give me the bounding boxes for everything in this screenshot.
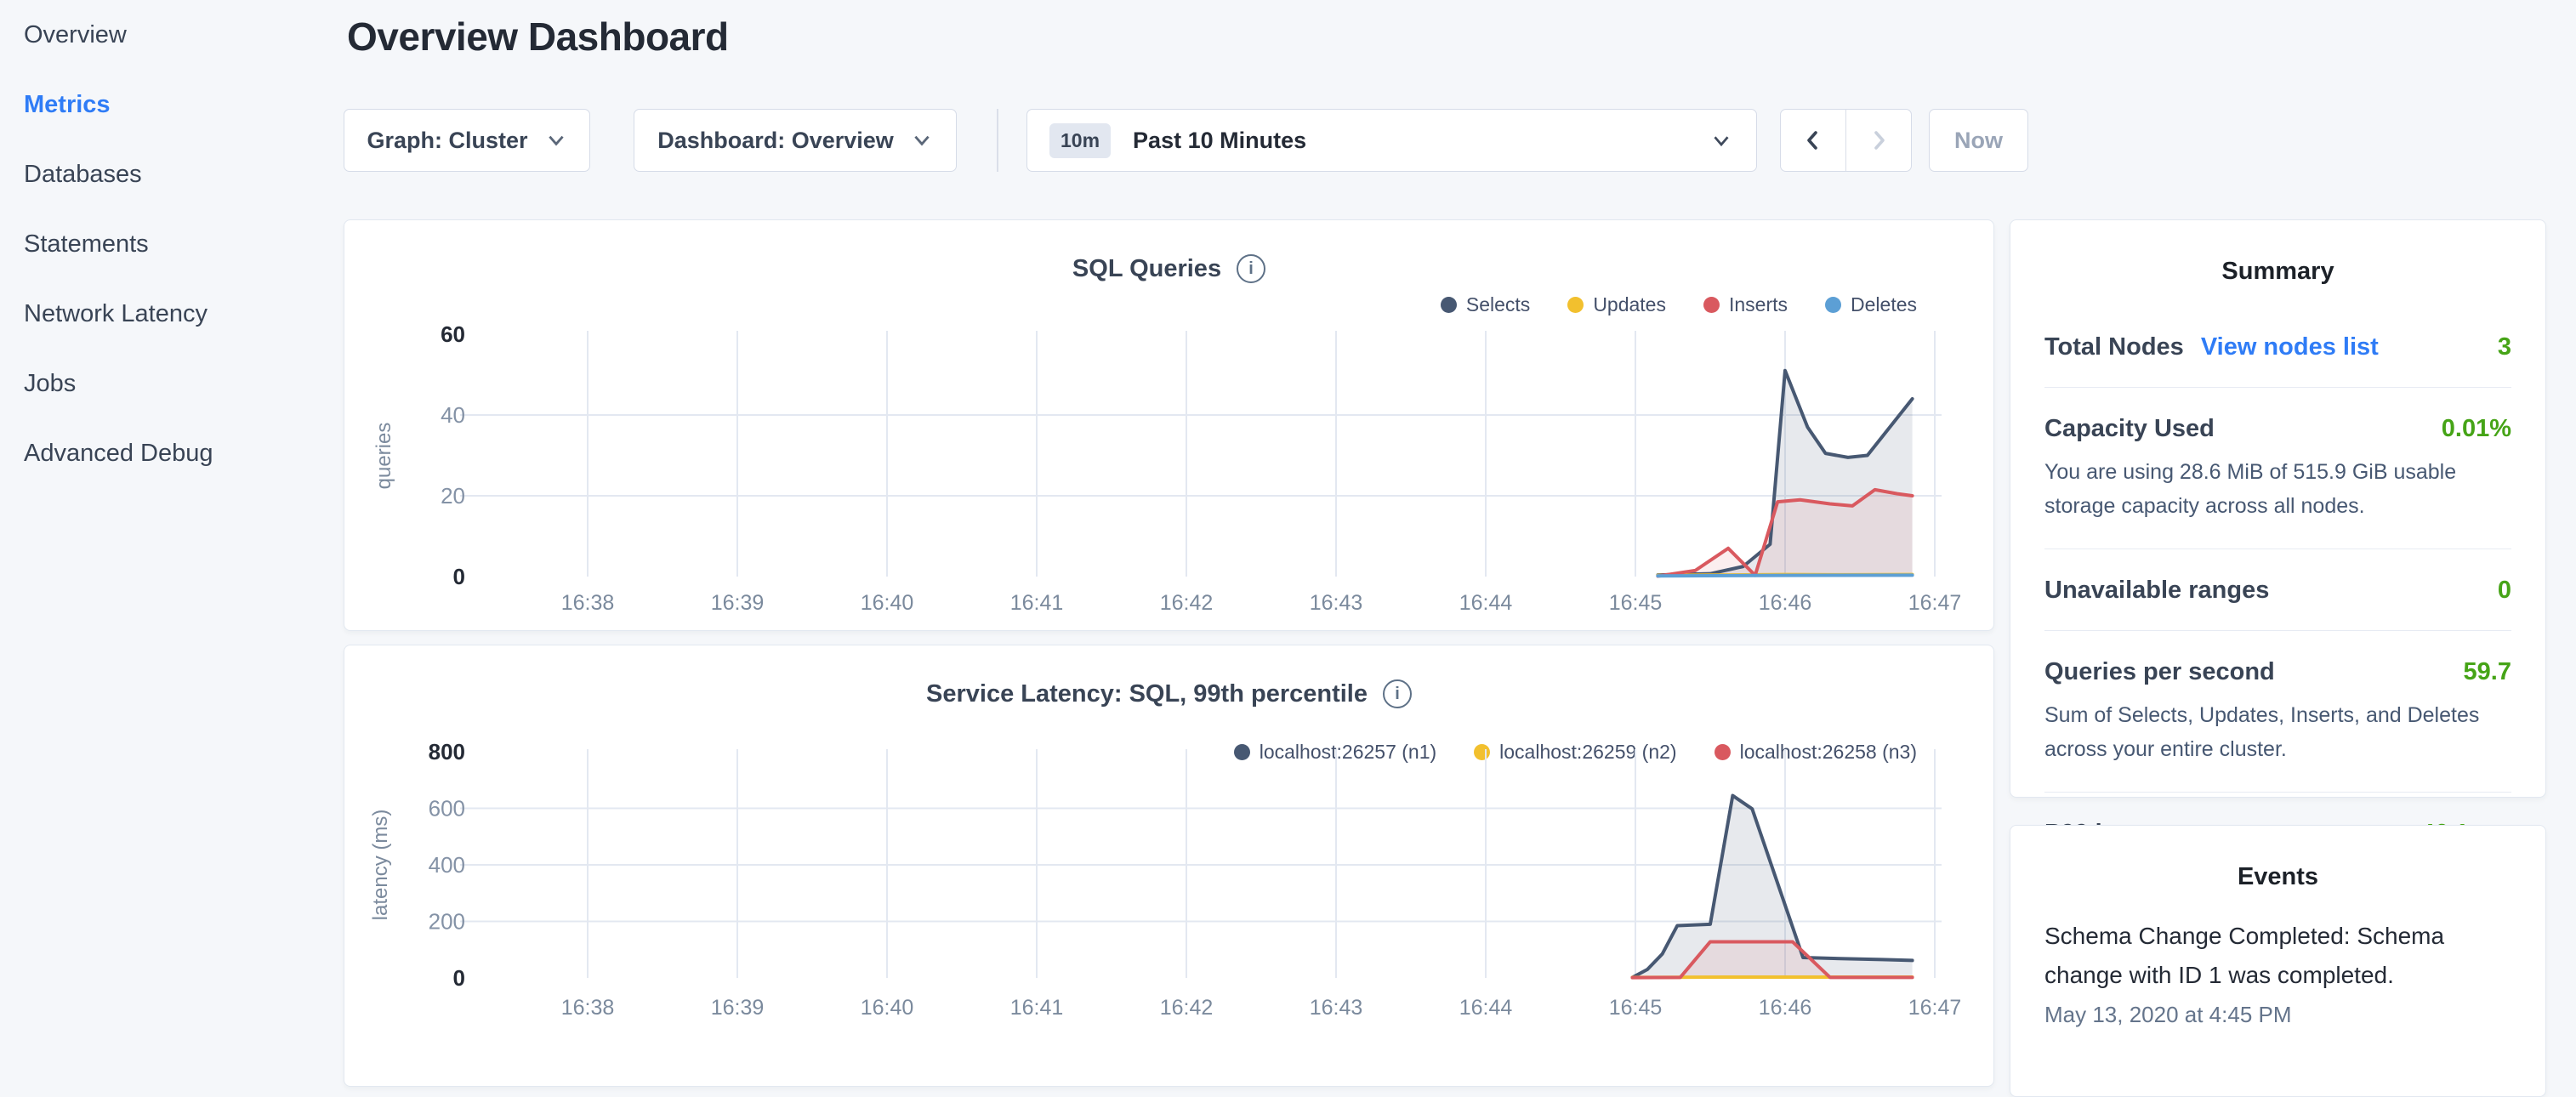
sql-queries-card: SQL Queries i SelectsUpdatesInsertsDelet… bbox=[344, 219, 1994, 631]
svg-text:800: 800 bbox=[429, 739, 465, 764]
time-window-stepper bbox=[1780, 109, 1912, 172]
svg-text:16:43: 16:43 bbox=[1310, 591, 1363, 615]
event-list-item[interactable]: Schema Change Completed: Schema change w… bbox=[2044, 917, 2511, 1028]
chevron-down-icon bbox=[911, 129, 933, 151]
summary-value: 3 bbox=[2498, 333, 2511, 361]
svg-text:16:39: 16:39 bbox=[711, 996, 765, 1020]
chevron-right-icon bbox=[1865, 127, 1892, 154]
controls-divider bbox=[997, 109, 998, 172]
chevron-down-icon bbox=[545, 129, 567, 151]
sidebar-item-statements[interactable]: Statements bbox=[0, 209, 344, 279]
view-nodes-list-link[interactable]: View nodes list bbox=[2201, 333, 2379, 361]
summary-title: Summary bbox=[2044, 258, 2511, 286]
svg-text:latency (ms): latency (ms) bbox=[369, 810, 392, 921]
summary-panel: Summary Total Nodes View nodes list 3 Ca… bbox=[2010, 219, 2546, 798]
svg-text:16:46: 16:46 bbox=[1759, 996, 1812, 1020]
svg-text:600: 600 bbox=[429, 796, 465, 821]
summary-label: Queries per second bbox=[2044, 658, 2275, 686]
sidebar-item-advanced-debug[interactable]: Advanced Debug bbox=[0, 418, 344, 488]
summary-row-unavailable-ranges: Unavailable ranges 0 bbox=[2044, 577, 2511, 605]
svg-text:16:38: 16:38 bbox=[561, 591, 615, 615]
service-latency-chart[interactable]: 16:38 16:39 16:40 16:41 16:42 16:43 16:44 16:45… bbox=[344, 645, 1995, 1052]
svg-text:16:45: 16:45 bbox=[1609, 996, 1663, 1020]
summary-value: 0 bbox=[2498, 577, 2511, 605]
chevron-left-icon bbox=[1800, 127, 1827, 154]
svg-text:16:45: 16:45 bbox=[1609, 591, 1663, 615]
divider bbox=[2044, 548, 2511, 549]
svg-text:0: 0 bbox=[453, 564, 465, 589]
svg-text:16:42: 16:42 bbox=[1160, 591, 1214, 615]
summary-value: 59.7 bbox=[2464, 658, 2511, 686]
page-title: Overview Dashboard bbox=[347, 14, 729, 60]
divider bbox=[2044, 387, 2511, 388]
svg-text:16:41: 16:41 bbox=[1010, 996, 1064, 1020]
sidebar-item-jobs[interactable]: Jobs bbox=[0, 349, 344, 418]
dashboard-dropdown[interactable]: Dashboard: Overview bbox=[634, 109, 957, 172]
now-button-label: Now bbox=[1954, 128, 2003, 154]
svg-text:60: 60 bbox=[441, 321, 465, 347]
svg-text:16:40: 16:40 bbox=[861, 996, 914, 1020]
now-button[interactable]: Now bbox=[1929, 109, 2028, 172]
svg-text:16:38: 16:38 bbox=[561, 996, 615, 1020]
svg-text:400: 400 bbox=[429, 852, 465, 878]
chevron-down-icon bbox=[1709, 128, 1734, 153]
graph-scope-dropdown-label: Graph: Cluster bbox=[367, 128, 527, 154]
sidebar: Overview Metrics Databases Statements Ne… bbox=[0, 0, 344, 1051]
summary-row-capacity-used: Capacity Used 0.01% You are using 28.6 M… bbox=[2044, 415, 2511, 523]
sql-queries-chart[interactable]: 16:38 16:39 16:40 16:41 16:42 16:43 16:44 16:45… bbox=[344, 220, 1995, 632]
dashboard-dropdown-label: Dashboard: Overview bbox=[657, 128, 894, 154]
svg-text:0: 0 bbox=[453, 965, 465, 991]
time-next-button[interactable] bbox=[1846, 110, 1912, 171]
svg-text:16:42: 16:42 bbox=[1160, 996, 1214, 1020]
svg-text:16:43: 16:43 bbox=[1310, 996, 1363, 1020]
service-latency-card: Service Latency: SQL, 99th percentile i … bbox=[344, 645, 1994, 1087]
svg-text:16:39: 16:39 bbox=[711, 591, 765, 615]
divider bbox=[2044, 630, 2511, 631]
time-prev-button[interactable] bbox=[1781, 110, 1846, 171]
svg-text:16:47: 16:47 bbox=[1908, 996, 1962, 1020]
event-timestamp: May 13, 2020 at 4:45 PM bbox=[2044, 1002, 2511, 1028]
svg-text:16:44: 16:44 bbox=[1459, 996, 1513, 1020]
time-range-label: Past 10 Minutes bbox=[1133, 128, 1306, 154]
summary-label: Total Nodes bbox=[2044, 333, 2184, 361]
divider bbox=[2044, 792, 2511, 793]
sidebar-item-overview[interactable]: Overview bbox=[0, 0, 344, 70]
svg-text:16:46: 16:46 bbox=[1759, 591, 1812, 615]
event-text: Schema Change Completed: Schema change w… bbox=[2044, 917, 2511, 995]
time-range-badge: 10m bbox=[1049, 123, 1111, 158]
events-panel: Events Schema Change Completed: Schema c… bbox=[2010, 825, 2546, 1097]
svg-text:16:41: 16:41 bbox=[1010, 591, 1064, 615]
summary-row-queries-per-second: Queries per second 59.7 Sum of Selects, … bbox=[2044, 658, 2511, 766]
svg-text:16:40: 16:40 bbox=[861, 591, 914, 615]
time-range-dropdown[interactable]: 10m Past 10 Minutes bbox=[1026, 109, 1757, 172]
sidebar-item-metrics[interactable]: Metrics bbox=[0, 70, 344, 139]
svg-text:16:44: 16:44 bbox=[1459, 591, 1513, 615]
svg-text:40: 40 bbox=[441, 402, 465, 428]
summary-description: Sum of Selects, Updates, Inserts, and De… bbox=[2044, 698, 2511, 766]
sidebar-item-databases[interactable]: Databases bbox=[0, 139, 344, 209]
svg-text:queries: queries bbox=[372, 423, 395, 490]
summary-value: 0.01% bbox=[2442, 415, 2511, 443]
summary-label: Capacity Used bbox=[2044, 415, 2215, 443]
svg-text:20: 20 bbox=[441, 483, 465, 509]
svg-text:200: 200 bbox=[429, 909, 465, 935]
events-title: Events bbox=[2044, 863, 2511, 891]
summary-row-total-nodes: Total Nodes View nodes list 3 bbox=[2044, 333, 2511, 361]
graph-scope-dropdown[interactable]: Graph: Cluster bbox=[344, 109, 590, 172]
summary-description: You are using 28.6 MiB of 515.9 GiB usab… bbox=[2044, 455, 2511, 523]
sidebar-item-network-latency[interactable]: Network Latency bbox=[0, 279, 344, 349]
svg-text:16:47: 16:47 bbox=[1908, 591, 1962, 615]
summary-label: Unavailable ranges bbox=[2044, 577, 2269, 605]
